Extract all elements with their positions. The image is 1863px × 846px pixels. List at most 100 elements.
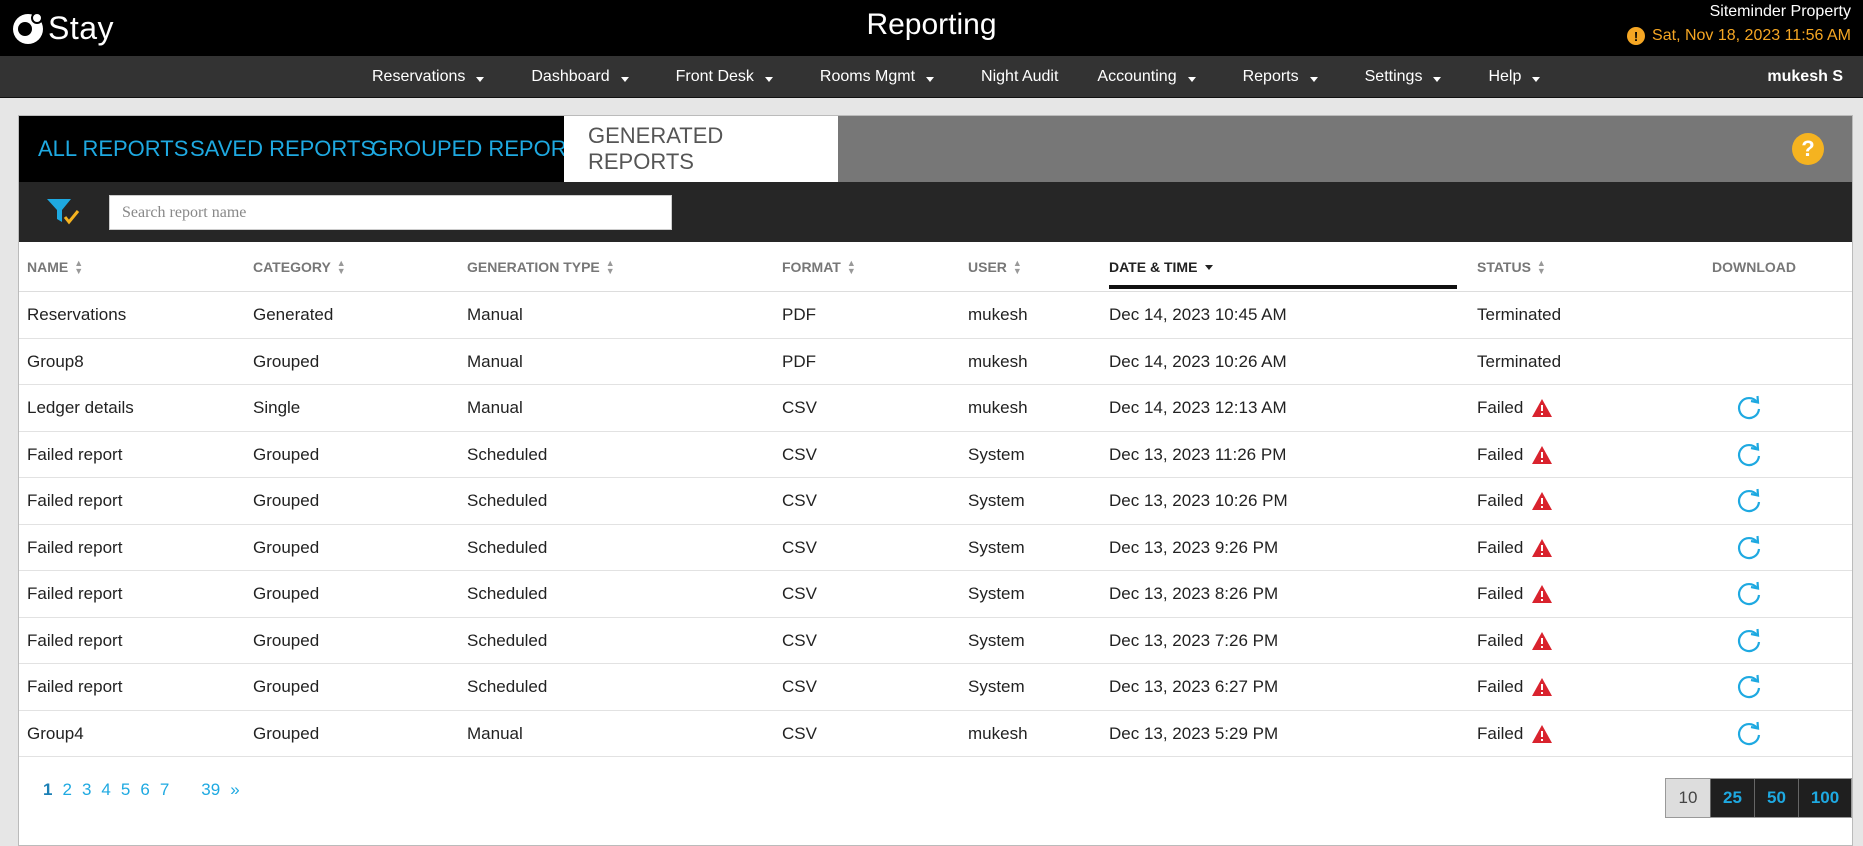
report-rows: Reservations Generated Manual PDF mukesh Dec … <box>19 292 1852 757</box>
sort-desc-icon <box>1205 264 1214 270</box>
next-page-button[interactable]: » <box>230 780 239 800</box>
cell-name: Failed report <box>27 491 123 510</box>
nav-item-settings[interactable]: Settings <box>1365 56 1466 98</box>
warning-triangle-icon <box>1532 492 1553 510</box>
cell-date-time: Dec 13, 2023 6:27 PM <box>1109 677 1279 696</box>
refresh-icon[interactable] <box>1735 580 1763 608</box>
tab-saved-reports[interactable]: SAVED REPORTS <box>190 116 375 182</box>
page-link-last[interactable]: 39 <box>201 780 220 800</box>
column-header-date-time[interactable]: DATE & TIME <box>1109 249 1457 289</box>
nav-item-night-audit[interactable]: Night Audit <box>981 56 1074 98</box>
page-size-10[interactable]: 10 <box>1666 779 1710 817</box>
chevron-down-icon <box>1187 77 1196 82</box>
refresh-icon[interactable] <box>1735 441 1763 469</box>
column-header-category[interactable]: CATEGORY ▲ ▼ <box>253 242 346 292</box>
refresh-icon[interactable] <box>1735 720 1763 748</box>
chevron-down-icon <box>620 77 629 82</box>
page-link-6[interactable]: 6 <box>140 780 149 800</box>
cell-user: System <box>968 630 1025 650</box>
cell-download <box>1735 385 1763 431</box>
nav-item-reservations[interactable]: Reservations <box>372 56 508 98</box>
status-text: Failed <box>1477 444 1524 464</box>
cell-status: Failed <box>1477 432 1553 478</box>
table-row: Failed report Grouped Scheduled CSV System De… <box>19 478 1852 525</box>
help-icon[interactable]: ? <box>1792 133 1824 165</box>
sort-icon: ▲ ▼ <box>605 258 615 276</box>
cell-download <box>1735 664 1763 710</box>
filter-icon[interactable] <box>45 196 81 228</box>
page-link-5[interactable]: 5 <box>121 780 130 800</box>
nav-item-dashboard[interactable]: Dashboard <box>531 56 652 98</box>
cell-date-time: Dec 13, 2023 11:26 PM <box>1109 444 1287 464</box>
cell-user: System <box>968 537 1025 557</box>
tab-all-reports[interactable]: ALL REPORTS <box>38 116 188 182</box>
refresh-icon[interactable] <box>1735 487 1763 515</box>
refresh-icon[interactable] <box>1735 394 1763 422</box>
filter-bar <box>19 182 1852 242</box>
page-link-3[interactable]: 3 <box>82 780 91 800</box>
warning-triangle-icon <box>1532 399 1553 417</box>
warning-triangle-icon <box>1532 724 1553 743</box>
table-row: Group4 Grouped Manual CSV mukesh Dec 13, 2023… <box>19 711 1852 757</box>
cell-generation-type: Manual <box>467 305 523 324</box>
cell-user: mukesh <box>968 351 1028 371</box>
pagination: 1 2 3 4 5 6 7 39 » <box>43 780 250 800</box>
page-link-1[interactable]: 1 <box>43 780 52 800</box>
status-text: Failed <box>1477 677 1524 696</box>
column-header-name[interactable]: NAME ▲ ▼ <box>27 242 83 292</box>
column-header-generation-type[interactable]: GENERATION TYPE ▲ ▼ <box>467 242 615 292</box>
cell-format: CSV <box>782 584 817 603</box>
reports-panel: ALL REPORTS SAVED REPORTS GROUPED REPORT… <box>18 115 1853 846</box>
page-size-100[interactable]: 100 <box>1798 779 1851 817</box>
cell-name: Failed report <box>27 677 123 696</box>
cell-status: Failed <box>1477 618 1553 664</box>
sort-icon: ▲ ▼ <box>74 258 84 276</box>
cell-status: Failed <box>1477 711 1553 757</box>
cell-date-time: Dec 13, 2023 10:26 PM <box>1109 491 1288 510</box>
tab-grouped-reports[interactable]: GROUPED REPORTS <box>371 116 594 182</box>
business-date-text: Sat, Nov 18, 2023 11:56 AM <box>1652 27 1851 44</box>
column-header-format[interactable]: FORMAT ▲ ▼ <box>782 242 856 292</box>
page-size-selector: 10 25 50 100 <box>1665 778 1852 818</box>
nav-item-accounting[interactable]: Accounting <box>1097 56 1219 98</box>
nav-item-help[interactable]: Help <box>1488 56 1564 98</box>
page-link-7[interactable]: 7 <box>160 780 169 800</box>
chevron-down-icon <box>764 77 773 82</box>
nav-item-reports[interactable]: Reports <box>1243 56 1342 98</box>
table-header: NAME ▲ ▼ CATEGORY ▲ ▼ GENERATION TYPE ▲ ▼ FORM… <box>19 242 1852 292</box>
warning-triangle-icon <box>1532 445 1553 464</box>
nav-items: Reservations Dashboard Front Desk Rooms Mgm… <box>372 56 1587 98</box>
cell-category: Single <box>253 398 301 417</box>
search-input[interactable] <box>109 195 672 230</box>
cell-download <box>1735 478 1763 524</box>
page-link-2[interactable]: 2 <box>62 780 71 800</box>
column-header-user[interactable]: USER ▲ ▼ <box>968 242 1022 292</box>
column-header-status[interactable]: STATUS ▲ ▼ <box>1477 242 1546 292</box>
cell-status: Terminated <box>1477 339 1561 385</box>
page-link-4[interactable]: 4 <box>101 780 110 800</box>
warning-triangle-icon <box>1532 585 1553 603</box>
refresh-icon[interactable] <box>1735 534 1763 562</box>
refresh-icon[interactable] <box>1735 627 1763 655</box>
cell-name: Failed report <box>27 537 123 557</box>
status-text: Failed <box>1477 398 1524 417</box>
nav-item-rooms-mgmt[interactable]: Rooms Mgmt <box>820 56 958 98</box>
cell-user: System <box>968 491 1025 510</box>
cell-status: Failed <box>1477 385 1553 431</box>
cell-date-time: Dec 14, 2023 10:45 AM <box>1109 305 1287 324</box>
cell-format: CSV <box>782 723 817 743</box>
main-nav: Reservations Dashboard Front Desk Rooms Mgm… <box>0 56 1863 98</box>
page-size-50[interactable]: 50 <box>1754 779 1798 817</box>
cell-generation-type: Scheduled <box>467 537 548 557</box>
nav-item-front-desk[interactable]: Front Desk <box>676 56 797 98</box>
cell-user: System <box>968 444 1025 464</box>
table-row: Reservations Generated Manual PDF mukesh Dec … <box>19 292 1852 339</box>
user-menu[interactable]: mukesh S <box>1767 56 1843 98</box>
refresh-icon[interactable] <box>1735 673 1763 701</box>
status-text: Failed <box>1477 630 1524 650</box>
chevron-down-icon <box>926 77 935 82</box>
page-size-25[interactable]: 25 <box>1710 779 1754 817</box>
tab-generated-reports[interactable]: GENERATED REPORTS <box>564 116 838 182</box>
chevron-down-icon <box>1532 77 1541 82</box>
cell-download <box>1735 432 1763 478</box>
